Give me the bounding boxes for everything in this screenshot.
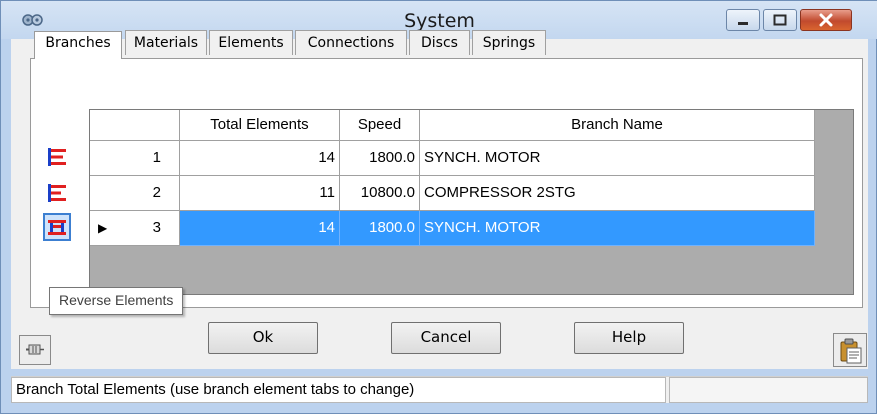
column-header-total-elements[interactable]: Total Elements [180, 110, 340, 141]
close-button[interactable] [800, 9, 852, 31]
reverse-elements-tooltip: Reverse Elements [49, 287, 184, 315]
cell-total-elements[interactable]: 14 [180, 141, 340, 176]
maximize-icon [773, 14, 787, 26]
table-row[interactable]: ▶ 3 [90, 211, 180, 246]
row-number: 2 [152, 184, 161, 201]
pin-button[interactable] [19, 335, 51, 365]
cell-branch-name[interactable]: COMPRESSOR 2STG [420, 176, 815, 211]
grid-corner-header[interactable] [90, 110, 180, 141]
tab-elements[interactable]: Elements [209, 30, 293, 55]
system-dialog-window: System Branches Materials Elements Conne… [0, 0, 877, 414]
ok-button[interactable]: Ok [208, 322, 318, 354]
cell-branch-name[interactable]: SYNCH. MOTOR [420, 141, 815, 176]
column-header-branch-name[interactable]: Branch Name [420, 110, 815, 141]
status-panel-secondary [669, 377, 868, 403]
maximize-button[interactable] [763, 9, 797, 31]
minimize-button[interactable] [726, 9, 760, 31]
cell-speed[interactable]: 10800.0 [340, 176, 420, 211]
cell-branch-name-selected[interactable]: SYNCH. MOTOR [420, 211, 815, 246]
status-bar: Branch Total Elements (use branch elemen… [11, 376, 868, 403]
tab-springs[interactable]: Springs [472, 30, 546, 55]
cell-speed[interactable]: 1800.0 [340, 141, 420, 176]
pin-icon [26, 344, 44, 355]
tab-connections[interactable]: Connections [295, 30, 407, 55]
tab-discs[interactable]: Discs [409, 30, 470, 55]
row-number: 1 [152, 149, 161, 166]
clipboard-icon [840, 338, 862, 364]
tab-branches[interactable]: Branches [34, 31, 122, 59]
add-branch-icon[interactable] [45, 145, 69, 169]
help-button[interactable]: Help [574, 322, 684, 354]
table-row[interactable]: 2 [90, 176, 180, 211]
paste-button[interactable] [833, 333, 867, 367]
column-header-speed[interactable]: Speed [340, 110, 420, 141]
minimize-icon [738, 22, 748, 25]
insert-branch-icon[interactable] [45, 181, 69, 205]
current-row-marker-icon: ▶ [98, 221, 108, 235]
cell-total-elements[interactable]: 11 [180, 176, 340, 211]
cell-total-elements-selected[interactable]: 14 [180, 211, 340, 246]
tab-materials[interactable]: Materials [125, 30, 207, 55]
table-row[interactable]: 1 [90, 141, 180, 176]
status-text: Branch Total Elements (use branch elemen… [11, 377, 666, 403]
row-number: 3 [152, 219, 161, 236]
reverse-elements-icon[interactable] [43, 213, 71, 241]
cancel-button[interactable]: Cancel [391, 322, 501, 354]
close-icon [819, 13, 833, 27]
cell-speed-selected[interactable]: 1800.0 [340, 211, 420, 246]
